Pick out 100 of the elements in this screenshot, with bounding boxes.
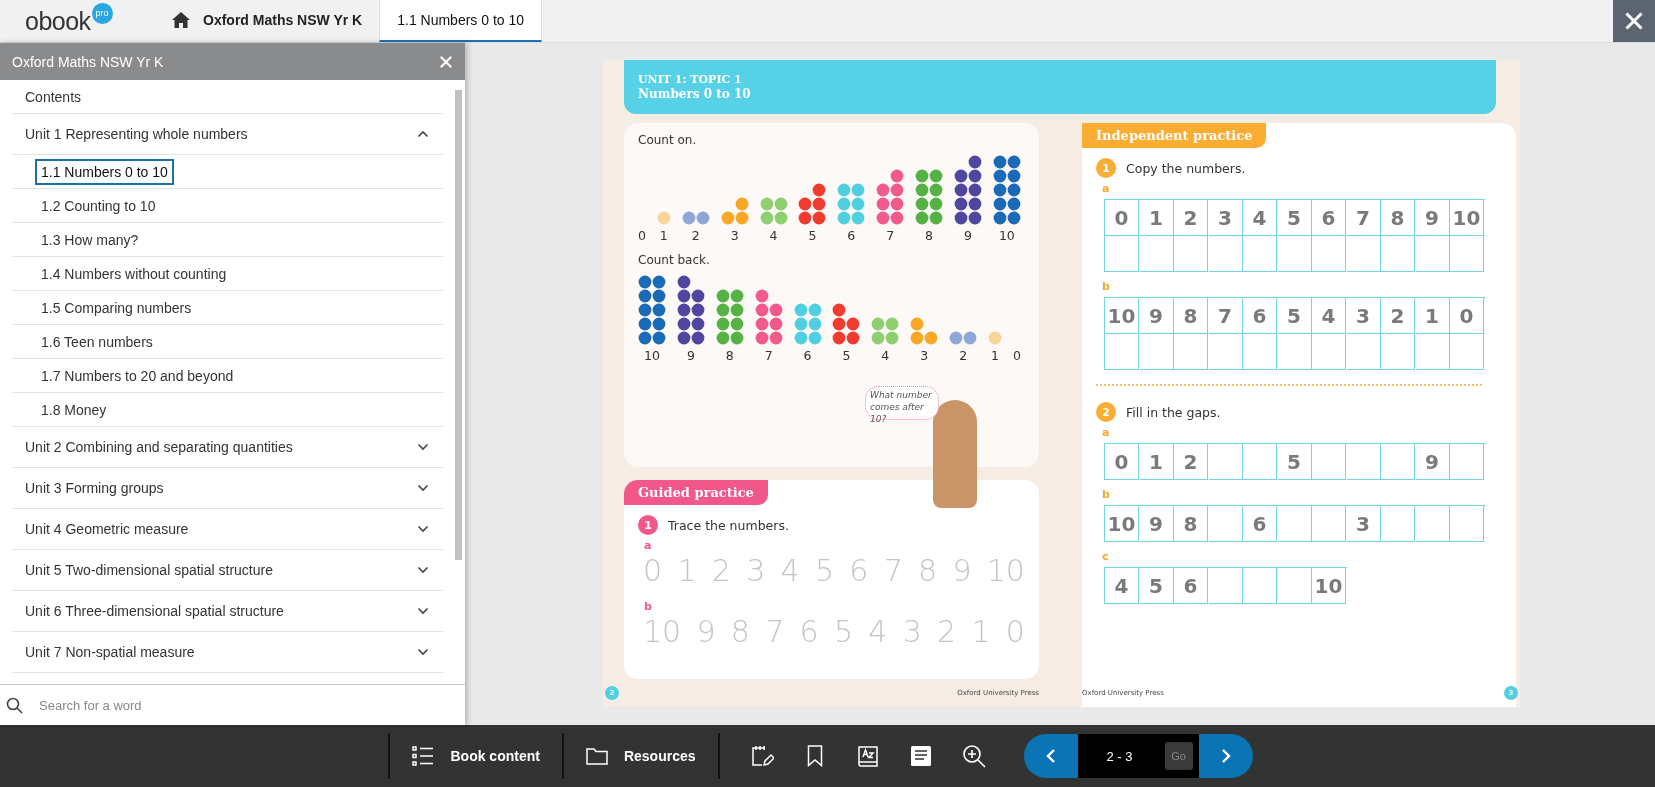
close-button[interactable] [1613,0,1655,42]
number-cell: 3 [1346,298,1381,334]
traced-numeral: 8 [730,615,750,649]
answer-box [1346,334,1381,370]
lesson-link[interactable]: 1.4 Numbers without counting [35,260,233,287]
answer-box [1174,236,1208,272]
answer-box [1208,334,1243,370]
traced-numeral: 2 [711,554,731,588]
number-label: 1 [659,228,668,243]
question-number: 1 [638,515,658,535]
document-icon [909,745,932,767]
number-label: 6 [847,228,856,243]
number-cell: 1 [1139,444,1174,480]
instruction-text: Fill in the gaps. [1126,404,1221,420]
number-cell: 2 [1174,200,1208,236]
number-cell: 0 [1105,444,1139,480]
next-page-button[interactable] [1198,734,1253,778]
lesson-link[interactable]: 1.6 Teen numbers [35,328,159,355]
resources-button[interactable]: Resources [563,733,718,779]
section-tag: Guided practice [624,480,768,505]
answer-box [1346,236,1381,272]
number-label: 8 [925,228,934,243]
unit-item[interactable]: Unit 7 Non-spatial measure [25,644,195,660]
number-label: 1 [991,348,999,363]
number-label: 10 [998,228,1015,243]
number-cell: 3 [1208,200,1243,236]
tab[interactable]: Oxford Maths NSW Yr K [155,0,380,42]
lesson-link[interactable]: 1.7 Numbers to 20 and beyond [35,362,240,389]
answer-box [1174,334,1208,370]
traced-numeral: 9 [952,554,972,588]
number-cell: 6 [1243,298,1277,334]
book-icon [856,744,879,768]
traced-numeral: 7 [765,615,785,649]
search-icon [6,696,23,714]
number-label: 9 [686,348,695,363]
number-cell: 0 [1105,200,1139,236]
number-cell: 6 [1312,200,1346,236]
traced-numeral: 6 [799,615,819,649]
answer-box [1312,334,1346,370]
answer-box [1243,236,1277,272]
lesson-link[interactable]: 1.2 Counting to 10 [35,192,162,219]
unit-item[interactable]: Unit 6 Three-dimensional spatial structure [25,603,284,619]
close-button[interactable] [439,54,453,69]
page-input[interactable]: 2 - 3 [1086,747,1153,765]
lesson-link[interactable]: 1.8 Money [35,396,113,423]
number-cell: 9 [1415,200,1450,236]
number-cell: 4 [1312,298,1346,334]
traced-numeral: 4 [868,615,888,649]
unit-item[interactable]: Unit 3 Forming groups [25,480,164,496]
number-cell: 10 [1312,568,1346,604]
instruction-text: Count on. [638,133,698,147]
number-cell: 8 [1174,506,1208,542]
previous-page-button[interactable] [1023,734,1078,778]
close-icon [1624,11,1644,31]
traced-numeral: 0 [643,554,663,588]
number-cell: 3 [1346,506,1381,542]
unit-item[interactable]: Unit 5 Two-dimensional spatial structure [25,562,273,578]
number-label: 0 [1012,348,1021,363]
number-cell: 9 [1415,444,1450,480]
unit-item[interactable]: Unit 2 Combining and separating quantities [25,439,293,455]
number-cell: 7 [1346,200,1381,236]
notepad-pencil-icon [749,744,774,768]
number-cell: 8 [1174,298,1208,334]
lesson-link[interactable]: 1.3 How many? [35,226,145,253]
number-label: 9 [964,228,972,243]
part-letter: b [644,600,653,613]
number-cell: 5 [1277,444,1312,480]
traced-numeral: 1 [677,554,697,588]
unit-item[interactable]: Unit 1 Representing whole numbers [25,126,248,142]
tab[interactable]: 1.1 Numbers 0 to 10 [379,0,543,42]
unit-item[interactable]: Unit 4 Geometric measure [25,521,189,537]
answer-box [1381,236,1415,272]
folder-icon [585,747,608,765]
number-cell: 5 [1139,568,1174,604]
number-cell: 8 [1381,200,1415,236]
number-cell: 2 [1174,444,1208,480]
book-content-button[interactable]: Book content [390,733,562,779]
logo: obook [25,6,91,36]
traced-numeral: 3 [902,615,922,649]
chevron-right-icon [1220,748,1231,764]
number-label: 8 [725,348,734,363]
banner-eyebrow: UNIT 1: TOPIC 1 [638,72,743,87]
number-label: 0 [638,228,646,243]
instruction-text: Trace the numbers. [668,517,789,533]
number-cell: 5 [1277,298,1312,334]
part-letter: a [1102,426,1111,439]
number-cell: 2 [1381,298,1415,334]
number-cell: 6 [1174,568,1208,604]
number-label: 2 [691,228,700,243]
number-cell: 7 [1208,298,1243,334]
answer-box [1415,236,1450,272]
lesson-link[interactable]: 1.5 Comparing numbers [35,294,198,321]
traced-numeral: 10 [643,615,682,649]
number-label: 5 [808,228,817,243]
lesson-link[interactable]: 1.1 Numbers 0 to 10 [35,158,174,185]
contents-link[interactable]: Contents [25,88,82,105]
traced-numeral: 8 [918,554,938,588]
number-cell: 9 [1139,298,1174,334]
pro-badge: pro [91,2,113,24]
number-cell: 10 [1105,506,1139,542]
